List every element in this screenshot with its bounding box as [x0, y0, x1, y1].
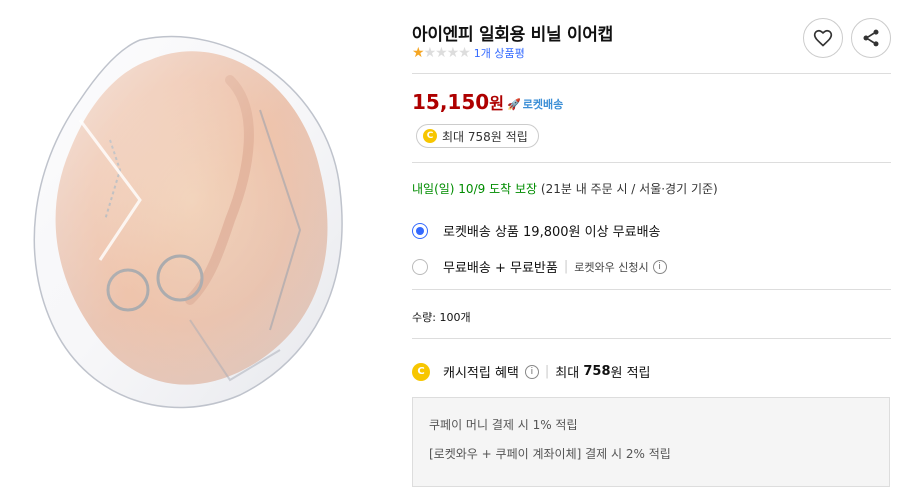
cash-pill-label: 최대 758원 적립	[442, 129, 528, 144]
cash-detail-box: 쿠페이 머니 결제 시 1% 적립 [로켓와우 + 쿠페이 계좌이체] 결제 시…	[412, 397, 890, 487]
cash-pill: C 최대 758원 적립	[416, 124, 539, 148]
product-title: 아이엔피 일회용 비닐 이어캡	[412, 25, 613, 45]
cash-detail-line: 쿠페이 머니 결제 시 1% 적립	[429, 418, 578, 432]
coin-icon: C	[412, 362, 430, 381]
radio-selected[interactable]	[412, 222, 428, 239]
delivery-guarantee: 도착 보장	[489, 182, 538, 196]
rocket-icon: 🚀	[507, 97, 521, 111]
rocket-badge: 🚀 로켓배송	[507, 96, 563, 112]
wishlist-button[interactable]	[803, 18, 843, 58]
delivery-date: 내일(일) 10/9	[412, 182, 486, 196]
delivery-info: 내일(일) 10/9 도착 보장 (21분 내 주문 시 / 서울⋅경기 기준)	[412, 180, 718, 197]
review-count-link[interactable]: 1개 상품평	[474, 45, 525, 61]
radio-unselected[interactable]	[412, 258, 428, 275]
option-free-return[interactable]: 무료배송 + 무료반품 | 로켓와우 신청시 i	[412, 257, 667, 276]
option-label: 무료배송 + 무료반품	[443, 261, 558, 276]
info-icon[interactable]: i	[524, 364, 539, 379]
separator: |	[563, 259, 569, 274]
divider	[412, 73, 891, 74]
coin-icon: C	[423, 129, 437, 143]
option-rocket-free[interactable]: 로켓배송 상품 19,800원 이상 무료배송	[412, 221, 661, 240]
share-icon	[863, 29, 879, 47]
price-number: 15,150	[412, 90, 490, 114]
delivery-note: (21분 내 주문 시 / 서울⋅경기 기준)	[540, 182, 718, 196]
divider	[412, 338, 891, 339]
quantity-label: 수량: 100개	[412, 311, 471, 324]
cashback-max-amount: 758	[583, 364, 611, 379]
plastic-cap	[33, 35, 343, 409]
divider	[412, 162, 891, 163]
cashback-max-prefix: 최대	[555, 366, 580, 381]
share-button[interactable]	[851, 18, 891, 58]
price: 15,150원	[412, 90, 504, 114]
product-image[interactable]	[0, 0, 390, 473]
cashback-row: C 캐시적립 혜택 i | 최대 758 원 적립	[412, 362, 651, 381]
star-rating: ★★★★★	[412, 45, 471, 61]
rating-row[interactable]: ★★★★★ 1개 상품평	[412, 45, 525, 61]
cashback-max-suffix: 원 적립	[610, 366, 651, 381]
cashback-label: 캐시적립 혜택	[443, 366, 519, 381]
heart-icon	[813, 29, 833, 47]
cash-detail-line: [로켓와우 + 쿠페이 계좌이체] 결제 시 2% 적립	[429, 447, 671, 461]
price-unit: 원	[489, 94, 504, 113]
option-label: 로켓배송 상품 19,800원 이상 무료배송	[443, 225, 661, 240]
info-icon[interactable]: i	[652, 259, 667, 274]
option-sub-label: 로켓와우 신청시	[574, 260, 649, 274]
separator: |	[544, 364, 550, 379]
divider	[412, 289, 891, 290]
rocket-label: 로켓배송	[522, 98, 564, 111]
